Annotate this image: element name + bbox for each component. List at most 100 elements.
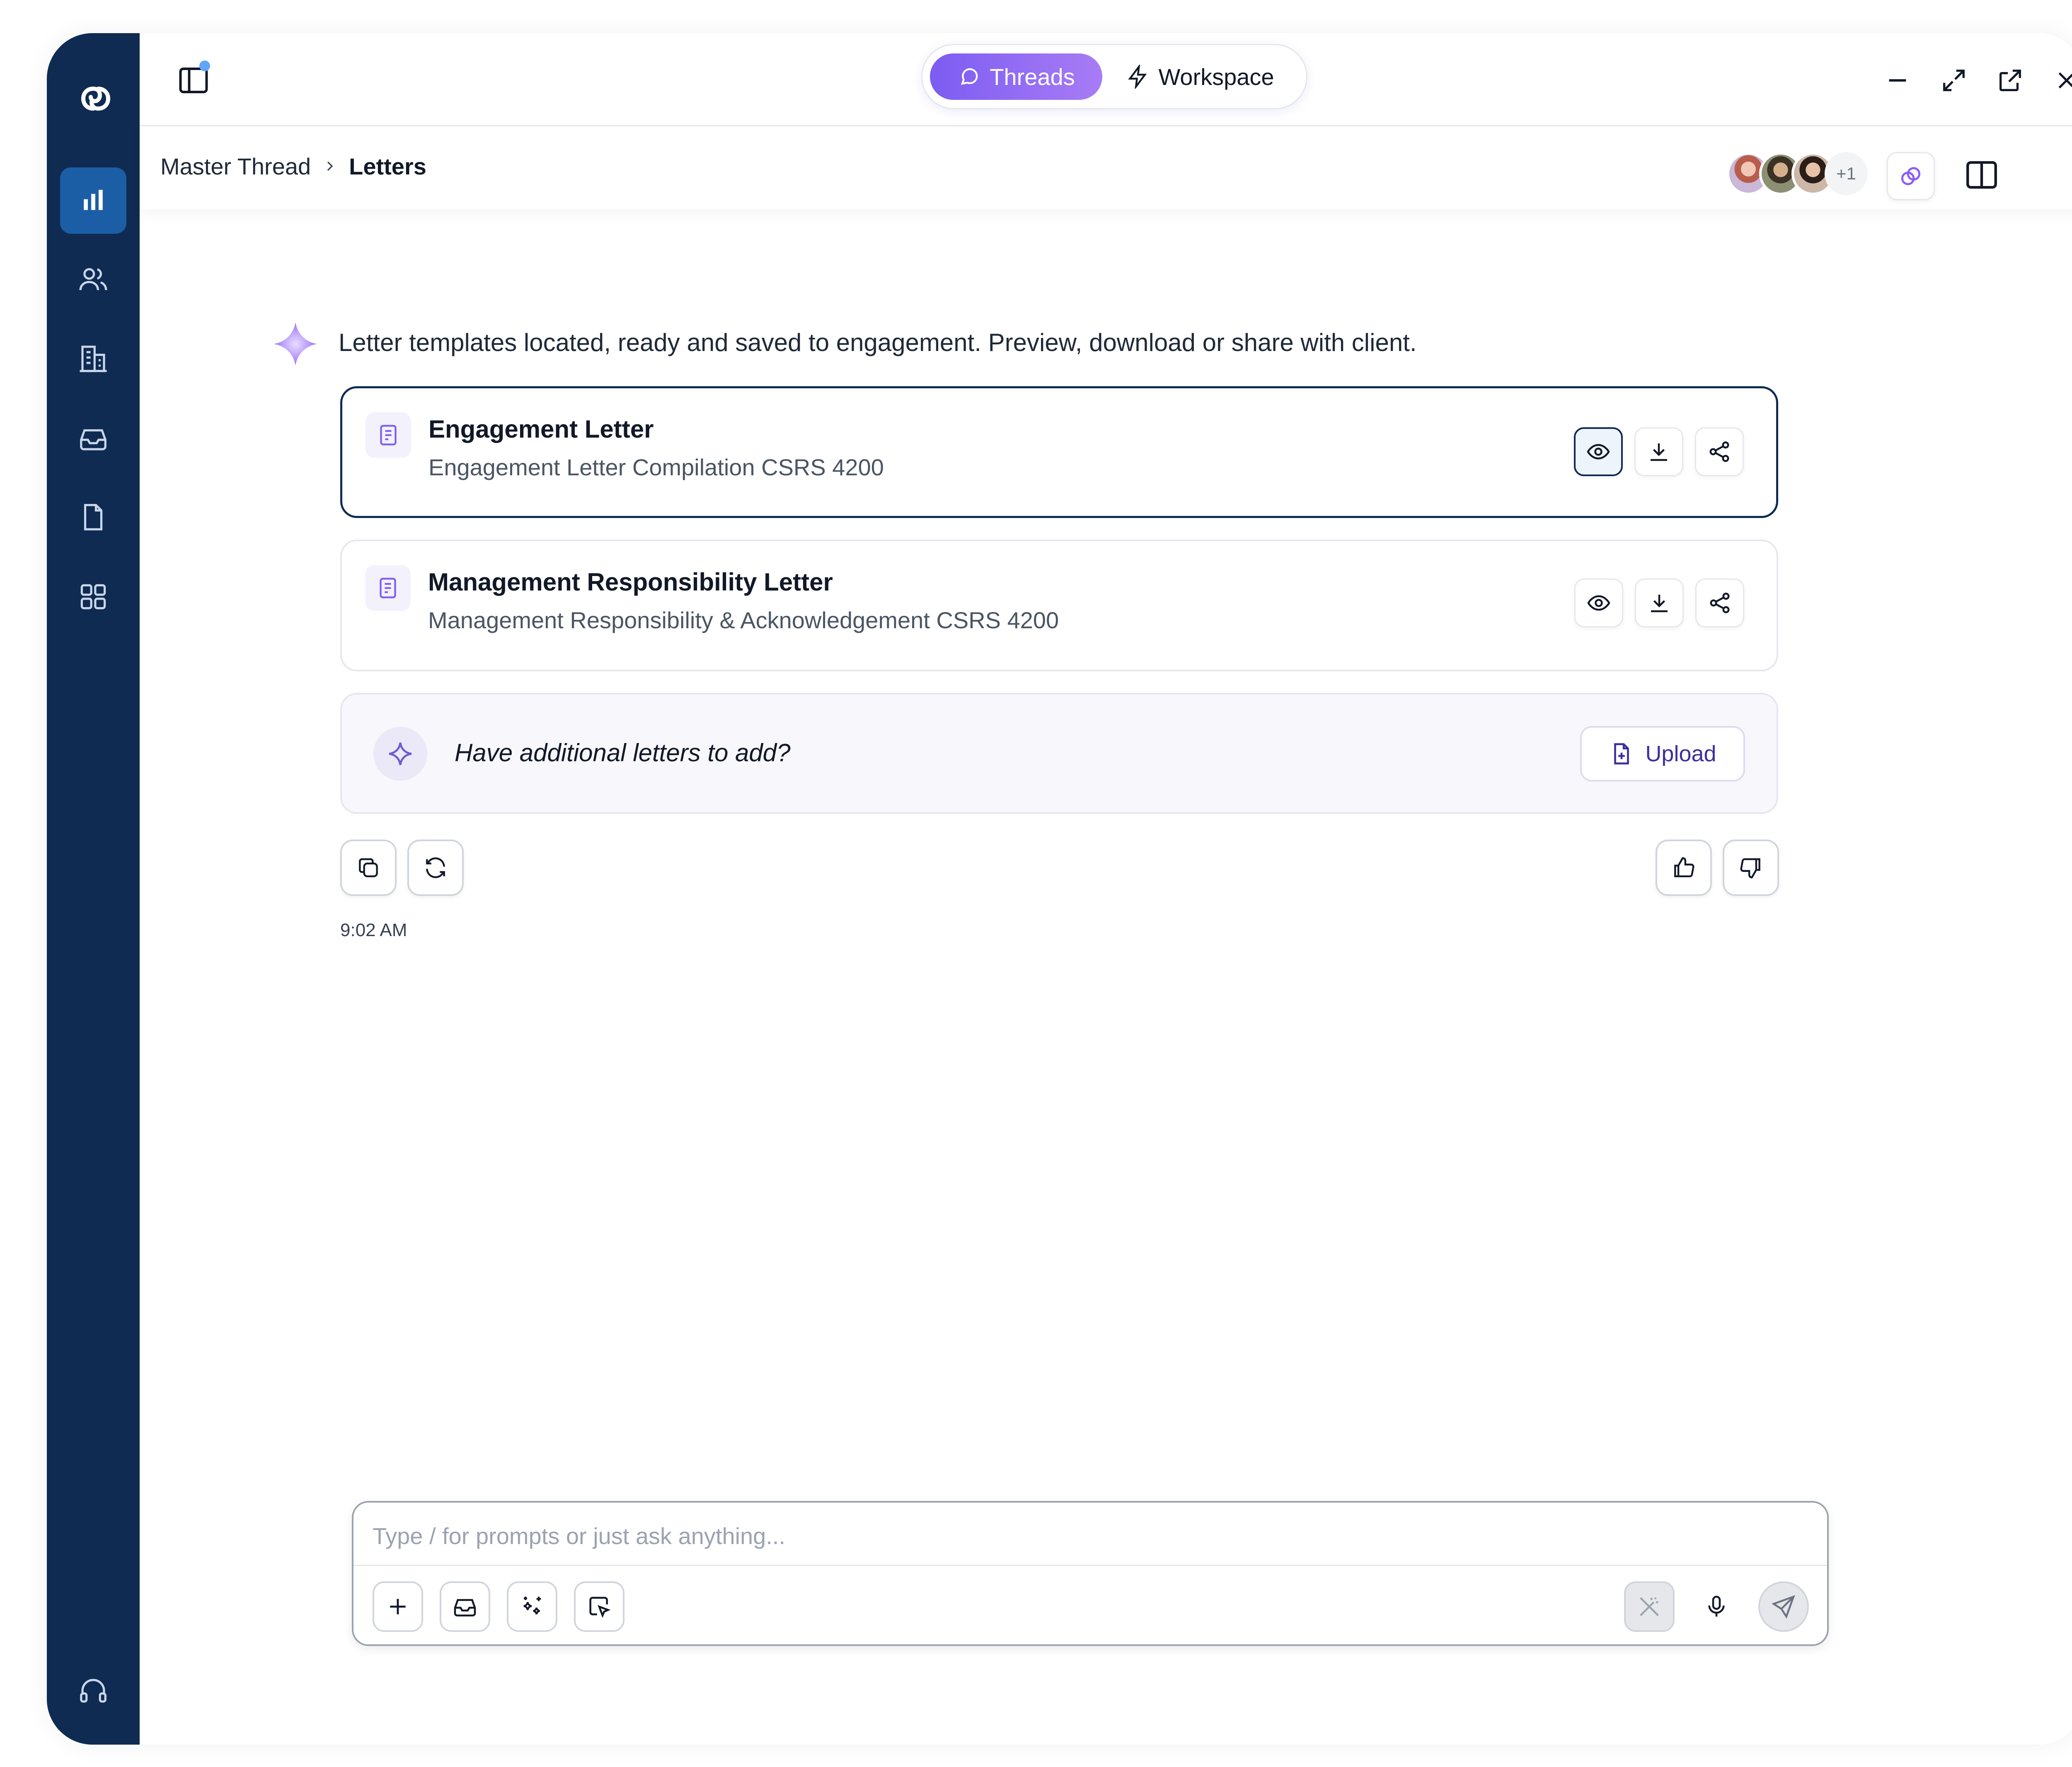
- breadcrumb-parent[interactable]: Master Thread: [160, 153, 311, 180]
- upload-button[interactable]: Upload: [1580, 726, 1745, 782]
- prompt-input[interactable]: [372, 1517, 1807, 1555]
- minimize-button[interactable]: [1881, 64, 1914, 97]
- link-rings-icon: [1901, 167, 1921, 185]
- inbox-icon: [454, 1599, 476, 1617]
- share-icon: [1710, 593, 1730, 613]
- file-plus-icon: [1614, 743, 1629, 765]
- letter-document-icon: [366, 412, 411, 458]
- composer-divider: [353, 1565, 1827, 1566]
- tab-workspace-label: Workspace: [1158, 63, 1274, 90]
- chevron-right-icon: [322, 153, 338, 180]
- lightning-icon: [1128, 65, 1147, 89]
- copy-icon: [359, 858, 378, 877]
- share-icon: [1709, 441, 1729, 462]
- preview-button[interactable]: [1574, 579, 1623, 627]
- sparkle-icon: [373, 727, 427, 781]
- sidebar-item-analytics[interactable]: [60, 167, 126, 234]
- ai-prompts-button[interactable]: [507, 1581, 557, 1632]
- avatar-overflow-count: +1: [1825, 152, 1868, 195]
- tab-threads-label: Threads: [990, 63, 1075, 90]
- expand-button[interactable]: [1937, 64, 1970, 97]
- preview-button[interactable]: [1574, 427, 1623, 476]
- plus-icon: [390, 1599, 406, 1615]
- sidebar-item-apps[interactable]: [60, 564, 126, 630]
- sidebar-item-inbox[interactable]: [60, 405, 126, 472]
- composer-actions: [1624, 1581, 1809, 1632]
- close-button[interactable]: [2050, 64, 2072, 97]
- letter-title: Management Responsibility Letter: [428, 568, 833, 596]
- letter-subtitle: Engagement Letter Compilation CSRS 4200: [428, 454, 884, 480]
- composer: [352, 1501, 1829, 1646]
- headset-icon: [80, 1679, 107, 1703]
- open-external-button[interactable]: [1994, 64, 2027, 97]
- split-view-icon[interactable]: [1963, 156, 2000, 194]
- select-button[interactable]: [574, 1581, 625, 1632]
- tab-threads[interactable]: Threads: [930, 53, 1102, 100]
- share-button[interactable]: [1695, 579, 1744, 627]
- letter-card[interactable]: Engagement Letter Engagement Letter Comp…: [340, 386, 1778, 518]
- brand-logo[interactable]: [67, 72, 120, 125]
- letter-card[interactable]: Management Responsibility Letter Managem…: [340, 540, 1778, 671]
- users-icon: [79, 268, 107, 290]
- add-button[interactable]: [373, 1581, 423, 1632]
- letter-actions: [1574, 579, 1744, 627]
- letter-title: Engagement Letter: [428, 415, 654, 443]
- thumbs-up-button[interactable]: [1656, 840, 1712, 896]
- microphone-icon: [1708, 1595, 1725, 1617]
- sparkles-icon: [523, 1597, 541, 1615]
- sidebar-item-documents[interactable]: [60, 484, 126, 550]
- message-timestamp: 9:02 AM: [340, 920, 407, 940]
- thread-header: Master Thread Letters +1: [140, 126, 2072, 209]
- building-icon: [80, 346, 107, 372]
- eye-icon: [1587, 444, 1610, 460]
- assistant-message-text: Letter templates located, ready and save…: [339, 329, 1417, 356]
- download-button[interactable]: [1635, 579, 1684, 627]
- thumbs-up-icon: [1674, 857, 1694, 877]
- mode-switch: Threads Workspace: [921, 44, 1307, 109]
- notification-dot: [199, 61, 210, 71]
- send-icon: [1771, 1595, 1795, 1619]
- regenerate-button[interactable]: [407, 840, 464, 896]
- inbox-icon: [80, 429, 107, 450]
- tab-workspace[interactable]: Workspace: [1109, 53, 1291, 100]
- voice-button[interactable]: [1691, 1581, 1742, 1632]
- send-button[interactable]: [1758, 1581, 1809, 1632]
- ai-sparkle-icon: [274, 322, 317, 366]
- message-tools: [340, 840, 464, 896]
- link-button[interactable]: [1887, 152, 1935, 200]
- magic-wand-off-icon: [1640, 1597, 1659, 1616]
- document-icon: [84, 504, 103, 530]
- bar-chart-icon: [84, 190, 103, 210]
- sidebar-item-support[interactable]: [60, 1658, 126, 1724]
- grid-icon: [80, 584, 106, 610]
- download-icon: [1651, 443, 1667, 461]
- eye-icon: [1587, 595, 1610, 611]
- add-letters-card: Have additional letters to add? Upload: [340, 693, 1778, 814]
- sidebar-item-clients[interactable]: [60, 246, 126, 312]
- upload-button-label: Upload: [1645, 741, 1716, 766]
- message-feedback: [1656, 840, 1779, 896]
- main-area: Threads Workspace Master Thread Letters …: [140, 33, 2072, 1745]
- chat-icon: [961, 68, 978, 85]
- external-link-icon: [1999, 70, 2021, 91]
- magic-button[interactable]: [1624, 1581, 1675, 1632]
- top-bar: Threads Workspace: [140, 33, 2072, 126]
- thumbs-down-button[interactable]: [1723, 840, 1779, 896]
- close-icon: [2058, 72, 2072, 89]
- sidebar-item-companies[interactable]: [60, 326, 126, 392]
- cursor-select-icon: [589, 1597, 611, 1618]
- copy-button[interactable]: [340, 840, 397, 896]
- thumbs-down-icon: [1740, 858, 1760, 879]
- letter-document-icon: [365, 565, 411, 611]
- download-button[interactable]: [1634, 427, 1683, 476]
- inbox-button[interactable]: [440, 1581, 490, 1632]
- minimize-icon: [1889, 79, 1906, 82]
- composer-tools: [373, 1581, 625, 1632]
- expand-icon: [1943, 70, 1965, 91]
- sidebar: [47, 33, 140, 1745]
- app-window: Threads Workspace Master Thread Letters …: [47, 33, 2072, 1745]
- add-letters-prompt: Have additional letters to add?: [455, 739, 791, 767]
- breadcrumb-current: Letters: [349, 153, 426, 179]
- refresh-icon: [426, 857, 445, 878]
- share-button[interactable]: [1695, 427, 1744, 476]
